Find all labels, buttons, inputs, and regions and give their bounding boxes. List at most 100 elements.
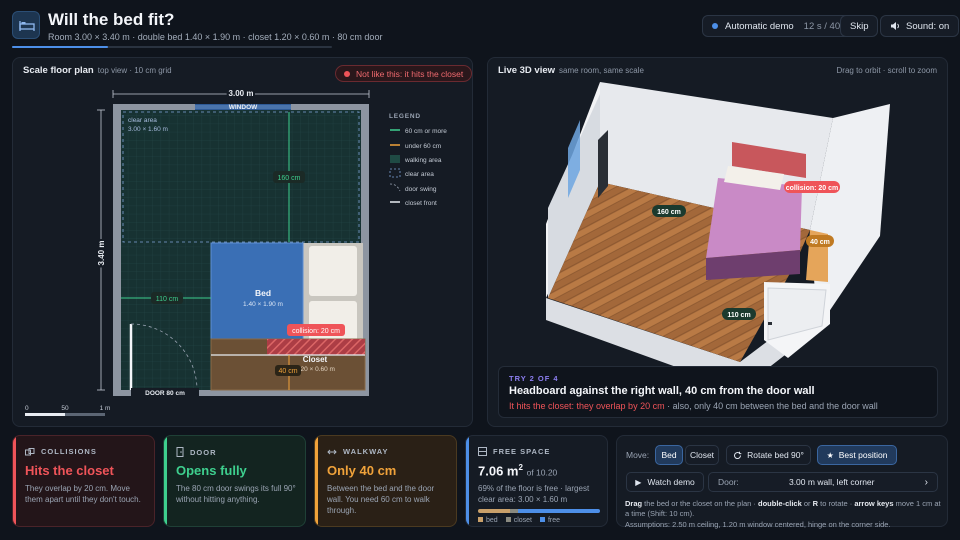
free-space-label-text: FREE SPACE xyxy=(493,447,551,456)
scale-0: 0 xyxy=(25,405,29,412)
3d-label-collision: collision: 20 cm xyxy=(786,185,839,192)
free-space-bar xyxy=(478,509,600,513)
collisions-label-text: COLLISIONS xyxy=(41,447,97,456)
skip-button[interactable]: Skip xyxy=(840,15,879,37)
page-title: Will the bed fit? xyxy=(48,10,175,29)
star-icon: ★ xyxy=(826,450,834,460)
scenario-extra: · also, only 40 cm between the bed and t… xyxy=(664,401,878,411)
door-icon xyxy=(176,447,184,457)
watch-demo-label: Watch demo xyxy=(647,477,695,487)
free-space-unit-power: 2 xyxy=(518,463,523,472)
closet-size: 1.20 × 0.60 m xyxy=(295,366,335,373)
app-header: Will the bed fit? Room 3.00 × 3.40 m · d… xyxy=(0,0,960,50)
sound-label: Sound: on xyxy=(906,20,950,32)
walkway-card-label: WALKWAY xyxy=(327,447,388,456)
measure-110-label: 110 cm xyxy=(156,296,179,303)
bed[interactable] xyxy=(210,242,304,356)
best-position-button[interactable]: ★ Best position xyxy=(817,445,897,465)
door-card: DOOR Opens fully The 80 cm door swings i… xyxy=(163,435,306,527)
floor-plan-canvas[interactable]: 3.00 m 3.40 m clear area 3.00 × 1.60 m W… xyxy=(13,58,474,428)
3d-label-40: 40 cm xyxy=(810,239,830,246)
controls-help: Drag the bed or the closet on the plan ·… xyxy=(625,499,941,518)
legend-swatch-swing xyxy=(389,183,401,192)
legend-title: LEGEND xyxy=(389,113,421,120)
scenario-title: Headboard against the right wall, 40 cm … xyxy=(509,385,815,397)
rotate-bed-button[interactable]: Rotate bed 90° xyxy=(726,445,811,465)
door-position-select[interactable]: Door: 3.00 m wall, left corner › xyxy=(708,472,938,492)
door-label-text: DOOR xyxy=(190,447,217,457)
legend-free: free xyxy=(539,517,560,524)
free-space-total: of 10.20 xyxy=(526,467,558,478)
rotate-bed-label: Rotate bed 90° xyxy=(747,450,804,460)
move-label: Move: xyxy=(626,450,650,460)
best-position-label: Best position xyxy=(838,450,888,460)
legend-item-clear: clear area xyxy=(405,171,434,178)
3d-door-handle xyxy=(768,322,772,325)
door-card-label: DOOR xyxy=(176,447,217,457)
move-closet-button[interactable]: Closet xyxy=(685,445,719,465)
door-value: Opens fully xyxy=(176,463,247,478)
free-space-card-label: FREE SPACE xyxy=(478,447,550,456)
scenario-description: It hits the closet: they overlap by 20 c… xyxy=(509,401,878,411)
legend-swatch-clear xyxy=(389,168,401,178)
legend-item-ok: 60 cm or more xyxy=(405,128,447,135)
legend-item-closet-front: closet front xyxy=(405,200,437,207)
legend-item-warn: under 60 cm xyxy=(405,143,441,150)
collision-zone xyxy=(267,339,365,355)
demo-label: Automatic demo xyxy=(725,20,794,32)
bed-icon xyxy=(12,11,40,39)
legend-bed: bed xyxy=(478,517,498,524)
scale-bar-first xyxy=(25,413,65,416)
collisions-card: COLLISIONS Hits the closet They overlap … xyxy=(12,435,155,527)
bed-label: Bed xyxy=(255,288,271,298)
scale-50: 50 xyxy=(61,405,69,412)
scale-bar-second xyxy=(65,413,105,416)
walkway-icon xyxy=(327,448,337,456)
walkway-label-text: WALKWAY xyxy=(343,447,389,456)
collisions-value: Hits the closet xyxy=(25,463,114,478)
automatic-demo-indicator[interactable]: Automatic demo 12 s / 40 s xyxy=(702,15,858,37)
scenario-box: TRY 2 OF 4 Headboard against the right w… xyxy=(498,366,938,418)
play-icon: ▶ xyxy=(635,477,642,487)
door-desc: The 80 cm door swings its full 90° witho… xyxy=(176,484,296,504)
scenario-counter: TRY 2 OF 4 xyxy=(509,374,559,383)
demo-progress-fill xyxy=(12,46,108,48)
clear-area-title: clear area xyxy=(128,117,157,124)
legend-closet: closet xyxy=(505,517,532,524)
free-space-card: FREE SPACE 7.06 m2 of 10.20 69% of the f… xyxy=(465,435,608,527)
width-dimension-label: 3.00 m xyxy=(229,89,254,98)
collision-icon xyxy=(25,447,35,456)
area-icon xyxy=(478,447,487,456)
height-dimension-label: 3.40 m xyxy=(97,241,106,266)
chevron-right-icon: › xyxy=(924,476,928,488)
legend-swatch-walk xyxy=(390,155,400,163)
sound-toggle[interactable]: Sound: on xyxy=(880,15,960,37)
move-bed-button[interactable]: Bed xyxy=(655,445,683,465)
page-subtitle: Room 3.00 × 3.40 m · double bed 1.40 × 1… xyxy=(48,32,383,42)
closet-label: Closet xyxy=(303,355,328,364)
walkway-value: Only 40 cm xyxy=(327,463,397,478)
pillow-top xyxy=(309,246,357,296)
free-space-desc: 69% of the floor is free · largest clear… xyxy=(478,484,590,504)
free-space-legend: bed closet free xyxy=(478,517,560,524)
door-label: DOOR 80 cm xyxy=(145,390,185,397)
walkway-desc: Between the bed and the door wall. You n… xyxy=(327,484,435,515)
collisions-desc: They overlap by 20 cm. Move them apart u… xyxy=(25,484,141,504)
plan-collision-label: collision: 20 cm xyxy=(292,328,340,335)
measure-40-label: 40 cm xyxy=(278,368,297,375)
3d-label-110: 110 cm xyxy=(727,312,750,319)
legend-item-walk: walking area xyxy=(404,157,442,164)
clear-area-size: 3.00 × 1.60 m xyxy=(128,126,168,133)
free-space-bar-free xyxy=(518,509,600,513)
bed-size: 1.40 × 1.90 m xyxy=(243,301,283,308)
rotate-icon xyxy=(733,451,742,460)
walkway-card: WALKWAY Only 40 cm Between the bed and t… xyxy=(314,435,457,527)
scale-1m: 1 m xyxy=(100,405,111,412)
speaker-icon xyxy=(890,21,900,31)
demo-progress-bar xyxy=(12,46,332,48)
door-select-label: Door: xyxy=(718,477,739,487)
watch-demo-button[interactable]: ▶ Watch demo xyxy=(626,472,704,492)
legend-item-swing: door swing xyxy=(405,186,437,193)
free-space-number: 7.06 m xyxy=(478,463,519,479)
assumptions-note: Assumptions: 2.50 m ceiling, 1.20 m wind… xyxy=(625,520,891,529)
